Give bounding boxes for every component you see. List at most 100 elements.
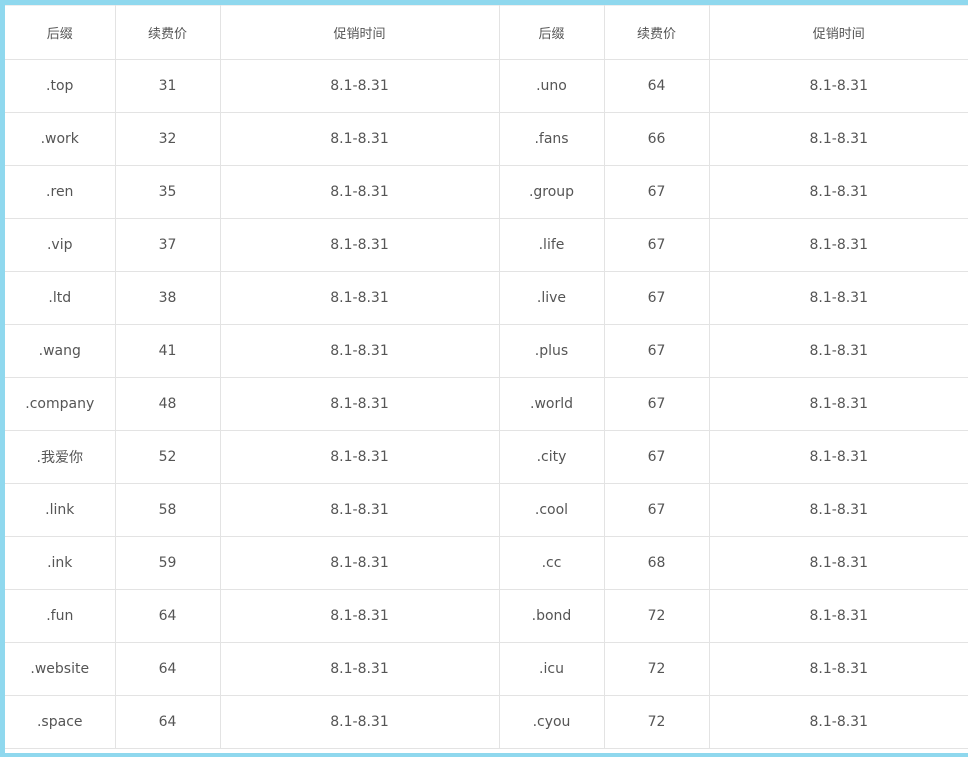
table-row: .fun 64 8.1-8.31 .bond 72 8.1-8.31 [5,589,968,643]
cell-promo-period-left: 8.1-8.31 [219,324,500,378]
table-row: .ink 59 8.1-8.31 .cc 68 8.1-8.31 [5,536,968,590]
header-promo-period-right: 促销时间 [708,5,968,60]
table-header: 后缀 续费价 促销时间 后缀 续费价 促销时间 [5,5,968,60]
cell-promo-period-right: 8.1-8.31 [708,324,968,378]
cell-renewal-price-right: 66 [603,112,710,166]
cell-promo-period-left: 8.1-8.31 [219,642,500,696]
cell-suffix-right: .plus [498,324,605,378]
cell-renewal-price-right: 72 [603,642,710,696]
cell-suffix-left: .ltd [5,271,116,325]
cell-promo-period-right: 8.1-8.31 [708,218,968,272]
cell-promo-period-left: 8.1-8.31 [219,483,500,537]
cell-renewal-price-left: 64 [114,695,221,749]
table-body: .top 31 8.1-8.31 .uno 64 8.1-8.31 .work 32 8.1-8… [5,59,968,749]
cell-promo-period-left: 8.1-8.31 [219,218,500,272]
cell-suffix-right: .uno [498,59,605,113]
cell-renewal-price-left: 31 [114,59,221,113]
cell-renewal-price-right: 67 [603,165,710,219]
cell-promo-period-left: 8.1-8.31 [219,165,500,219]
cell-promo-period-left: 8.1-8.31 [219,536,500,590]
cell-renewal-price-left: 32 [114,112,221,166]
cell-suffix-right: .life [498,218,605,272]
cell-suffix-left: .top [5,59,116,113]
cell-promo-period-left: 8.1-8.31 [219,695,500,749]
cell-renewal-price-right: 67 [603,218,710,272]
cell-renewal-price-right: 67 [603,377,710,431]
table-row: .wang 41 8.1-8.31 .plus 67 8.1-8.31 [5,324,968,378]
cell-renewal-price-left: 52 [114,430,221,484]
cell-suffix-left: .work [5,112,116,166]
cell-promo-period-right: 8.1-8.31 [708,430,968,484]
cell-suffix-right: .world [498,377,605,431]
cell-renewal-price-left: 35 [114,165,221,219]
cell-promo-period-left: 8.1-8.31 [219,430,500,484]
cell-promo-period-left: 8.1-8.31 [219,112,500,166]
cell-suffix-left: .website [5,642,116,696]
cell-renewal-price-right: 72 [603,695,710,749]
table-row: .我爱你 52 8.1-8.31 .city 67 8.1-8.31 [5,430,968,484]
table-row: .work 32 8.1-8.31 .fans 66 8.1-8.31 [5,112,968,166]
cell-promo-period-right: 8.1-8.31 [708,695,968,749]
table-row: .space 64 8.1-8.31 .cyou 72 8.1-8.31 [5,695,968,749]
cell-promo-period-right: 8.1-8.31 [708,589,968,643]
cell-suffix-left: .fun [5,589,116,643]
cell-suffix-right: .live [498,271,605,325]
table-row: .vip 37 8.1-8.31 .life 67 8.1-8.31 [5,218,968,272]
cell-renewal-price-right: 67 [603,324,710,378]
cell-promo-period-right: 8.1-8.31 [708,536,968,590]
table-row: .link 58 8.1-8.31 .cool 67 8.1-8.31 [5,483,968,537]
cell-renewal-price-left: 64 [114,642,221,696]
cell-suffix-left: .space [5,695,116,749]
table-frame: 后缀 续费价 促销时间 后缀 续费价 促销时间 .top 31 8.1-8.31 .u… [5,5,968,753]
domain-pricing-table: 后缀 续费价 促销时间 后缀 续费价 促销时间 .top 31 8.1-8.31 .u… [5,5,968,749]
cell-promo-period-right: 8.1-8.31 [708,165,968,219]
cell-renewal-price-left: 41 [114,324,221,378]
cell-suffix-left: .company [5,377,116,431]
cell-suffix-right: .bond [498,589,605,643]
header-row: 后缀 续费价 促销时间 后缀 续费价 促销时间 [5,5,968,60]
table-row: .ren 35 8.1-8.31 .group 67 8.1-8.31 [5,165,968,219]
cell-renewal-price-right: 64 [603,59,710,113]
header-renewal-price-left: 续费价 [114,5,221,60]
cell-renewal-price-left: 38 [114,271,221,325]
cell-promo-period-left: 8.1-8.31 [219,59,500,113]
cell-renewal-price-left: 48 [114,377,221,431]
cell-renewal-price-left: 37 [114,218,221,272]
cell-suffix-left: .ink [5,536,116,590]
cell-suffix-right: .cc [498,536,605,590]
cell-promo-period-left: 8.1-8.31 [219,377,500,431]
cell-suffix-right: .group [498,165,605,219]
cell-suffix-right: .cyou [498,695,605,749]
table-row: .website 64 8.1-8.31 .icu 72 8.1-8.31 [5,642,968,696]
cell-promo-period-left: 8.1-8.31 [219,589,500,643]
cell-renewal-price-left: 59 [114,536,221,590]
cell-promo-period-right: 8.1-8.31 [708,377,968,431]
cell-renewal-price-right: 67 [603,271,710,325]
cell-renewal-price-right: 68 [603,536,710,590]
cell-promo-period-right: 8.1-8.31 [708,112,968,166]
header-promo-period-left: 促销时间 [219,5,500,60]
cell-suffix-right: .fans [498,112,605,166]
header-suffix-right: 后缀 [498,5,605,60]
cell-renewal-price-left: 64 [114,589,221,643]
cell-promo-period-right: 8.1-8.31 [708,59,968,113]
cell-suffix-left: .vip [5,218,116,272]
cell-suffix-right: .city [498,430,605,484]
table-row: .ltd 38 8.1-8.31 .live 67 8.1-8.31 [5,271,968,325]
cell-renewal-price-left: 58 [114,483,221,537]
cell-promo-period-right: 8.1-8.31 [708,642,968,696]
cell-promo-period-right: 8.1-8.31 [708,271,968,325]
header-suffix-left: 后缀 [5,5,116,60]
cell-suffix-left: .ren [5,165,116,219]
cell-promo-period-left: 8.1-8.31 [219,271,500,325]
table-row: .top 31 8.1-8.31 .uno 64 8.1-8.31 [5,59,968,113]
cell-suffix-left: .我爱你 [5,430,116,484]
table-row: .company 48 8.1-8.31 .world 67 8.1-8.31 [5,377,968,431]
cell-renewal-price-right: 67 [603,483,710,537]
cell-renewal-price-right: 72 [603,589,710,643]
cell-renewal-price-right: 67 [603,430,710,484]
cell-suffix-right: .cool [498,483,605,537]
header-renewal-price-right: 续费价 [603,5,710,60]
cell-promo-period-right: 8.1-8.31 [708,483,968,537]
cell-suffix-left: .link [5,483,116,537]
